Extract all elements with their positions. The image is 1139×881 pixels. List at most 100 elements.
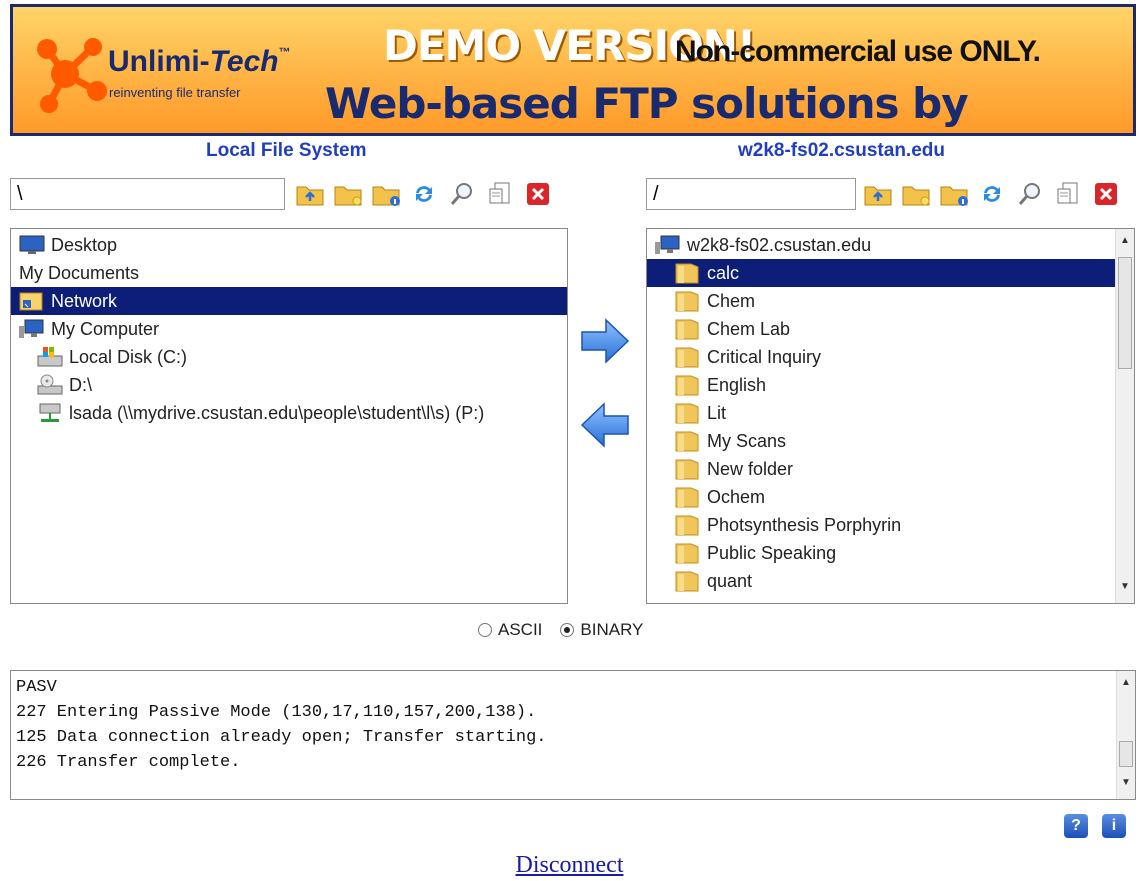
- remote-folder-item[interactable]: New folder: [647, 455, 1116, 483]
- scroll-up-icon[interactable]: ▲: [1117, 677, 1135, 693]
- local-tree-item-label: D:\: [69, 374, 93, 395]
- local-tree-item-label: Local Disk (C:): [69, 346, 188, 367]
- folder-icon: [675, 542, 701, 564]
- info-button[interactable]: i: [1102, 814, 1126, 838]
- local-tree-item[interactable]: lsada (\\mydrive.csustan.edu\people\stud…: [11, 399, 567, 427]
- binary-radio[interactable]: [560, 623, 575, 637]
- scroll-up-icon[interactable]: ▲: [1116, 235, 1134, 251]
- ascii-radio[interactable]: [478, 623, 492, 637]
- download-arrow-icon[interactable]: [580, 402, 630, 448]
- remote-folder-item[interactable]: English: [647, 371, 1116, 399]
- remote-properties-icon[interactable]: [1052, 179, 1084, 209]
- local-tree-item[interactable]: Local Disk (C:): [11, 343, 567, 371]
- log-scrollbar[interactable]: ▲ ▼: [1116, 671, 1135, 799]
- remote-refresh-icon[interactable]: [976, 179, 1008, 209]
- folder-icon: [675, 430, 701, 452]
- local-tree-item-label: Desktop: [51, 234, 118, 255]
- local-tree-item[interactable]: Network: [11, 287, 567, 315]
- brand-name: Unlimi-Tech™: [108, 45, 291, 78]
- log-line: PASV: [16, 678, 57, 697]
- remote-delete-icon[interactable]: [1090, 179, 1122, 209]
- remote-folder-up-icon[interactable]: [862, 179, 894, 209]
- scroll-thumb[interactable]: [1118, 257, 1132, 369]
- upload-arrow-icon[interactable]: [580, 318, 630, 364]
- local-tree-item[interactable]: My Documents: [11, 259, 567, 287]
- local-folder-info-icon[interactable]: [370, 179, 402, 209]
- help-button[interactable]: ?: [1064, 814, 1088, 838]
- remote-folder-item[interactable]: Chem Lab: [647, 315, 1116, 343]
- remote-folder-item[interactable]: Ochem: [647, 483, 1116, 511]
- binary-label: BINARY: [580, 620, 644, 639]
- remote-folder-label: My Scans: [707, 430, 787, 451]
- remote-panel-title: w2k8-fs02.csustan.edu: [738, 140, 945, 161]
- local-toolbar: [294, 178, 554, 210]
- remote-file-tree[interactable]: w2k8-fs02.csustan.edu calc Chem Chem Lab Cri…: [646, 228, 1135, 604]
- folder-icon: [675, 570, 701, 592]
- remote-root-label: w2k8-fs02.csustan.edu: [687, 234, 872, 255]
- noncommercial-text: Non-commercial use ONLY.: [675, 35, 1041, 68]
- local-path-input[interactable]: [10, 178, 285, 210]
- remote-folder-item[interactable]: Public Speaking: [647, 539, 1116, 567]
- ascii-label: ASCII: [498, 620, 543, 639]
- remote-folder-item[interactable]: Critical Inquiry: [647, 343, 1116, 371]
- disconnect-link[interactable]: Disconnect: [516, 852, 624, 878]
- scroll-down-icon[interactable]: ▼: [1116, 581, 1134, 597]
- remote-new-folder-icon[interactable]: [900, 179, 932, 209]
- local-new-folder-icon[interactable]: [332, 179, 364, 209]
- brand-tagline: reinventing file transfer: [109, 85, 241, 100]
- remote-folder-info-icon[interactable]: [938, 179, 970, 209]
- desktop-icon: [19, 234, 45, 256]
- computer-icon: [19, 318, 45, 340]
- folder-icon: [675, 318, 701, 340]
- remote-search-icon[interactable]: [1014, 179, 1046, 209]
- local-panel-title: Local File System: [206, 140, 367, 161]
- demo-banner: Unlimi-Tech™ reinventing file transfer D…: [10, 4, 1136, 136]
- local-refresh-icon[interactable]: [408, 179, 440, 209]
- remote-path-input[interactable]: [646, 178, 856, 210]
- remote-folder-label: Photsynthesis Porphyrin: [707, 514, 902, 535]
- local-disk-icon: [37, 346, 63, 368]
- remote-folder-label: New folder: [707, 458, 794, 479]
- folder-icon: [675, 374, 701, 396]
- remote-toolbar: [862, 178, 1122, 210]
- local-tree-item-label: lsada (\\mydrive.csustan.edu\people\stud…: [69, 402, 485, 423]
- remote-folder-label: quant: [707, 570, 753, 591]
- folder-icon: [675, 402, 701, 424]
- remote-folder-item[interactable]: Chem: [647, 287, 1116, 315]
- local-search-icon[interactable]: [446, 179, 478, 209]
- local-tree-item[interactable]: Desktop: [11, 231, 567, 259]
- folder-icon: [675, 290, 701, 312]
- server-icon: [655, 234, 681, 256]
- folder-icon: [675, 514, 701, 536]
- local-tree-item[interactable]: D:\: [11, 371, 567, 399]
- scroll-down-icon[interactable]: ▼: [1117, 777, 1135, 793]
- local-properties-icon[interactable]: [484, 179, 516, 209]
- network-icon: [19, 290, 45, 312]
- folder-icon: [675, 486, 701, 508]
- local-folder-up-icon[interactable]: [294, 179, 326, 209]
- cd-drive-icon: [37, 374, 63, 396]
- local-tree-item[interactable]: My Computer: [11, 315, 567, 343]
- remote-folder-label: Chem: [707, 290, 756, 311]
- folder-icon: [675, 262, 701, 284]
- transfer-mode-selector: ASCII BINARY: [478, 620, 643, 640]
- remote-root-item[interactable]: w2k8-fs02.csustan.edu: [647, 231, 1116, 259]
- remote-folder-item[interactable]: My Scans: [647, 427, 1116, 455]
- remote-folder-item[interactable]: quant: [647, 567, 1116, 595]
- log-line: 125 Data connection already open; Transf…: [16, 728, 547, 747]
- remote-folder-label: Chem Lab: [707, 318, 791, 339]
- scroll-thumb[interactable]: [1119, 741, 1133, 767]
- remote-scrollbar[interactable]: ▲ ▼: [1115, 229, 1134, 603]
- folder-icon: [675, 346, 701, 368]
- remote-folder-label: Lit: [707, 402, 727, 423]
- remote-folder-label: calc: [707, 262, 740, 283]
- local-file-tree[interactable]: Desktop My Documents Network My Computer Loc…: [10, 228, 568, 604]
- remote-folder-item[interactable]: Lit: [647, 399, 1116, 427]
- web-based-ftp-text: Web-based FTP solutions by Unlimi-Tech: [325, 79, 969, 133]
- log-line: 227 Entering Passive Mode (130,17,110,15…: [16, 703, 537, 722]
- ftp-log[interactable]: PASV 227 Entering Passive Mode (130,17,11…: [10, 670, 1136, 800]
- remote-folder-item[interactable]: calc: [647, 259, 1116, 287]
- local-delete-icon[interactable]: [522, 179, 554, 209]
- local-tree-item-label: Network: [51, 290, 118, 311]
- remote-folder-item[interactable]: Photsynthesis Porphyrin: [647, 511, 1116, 539]
